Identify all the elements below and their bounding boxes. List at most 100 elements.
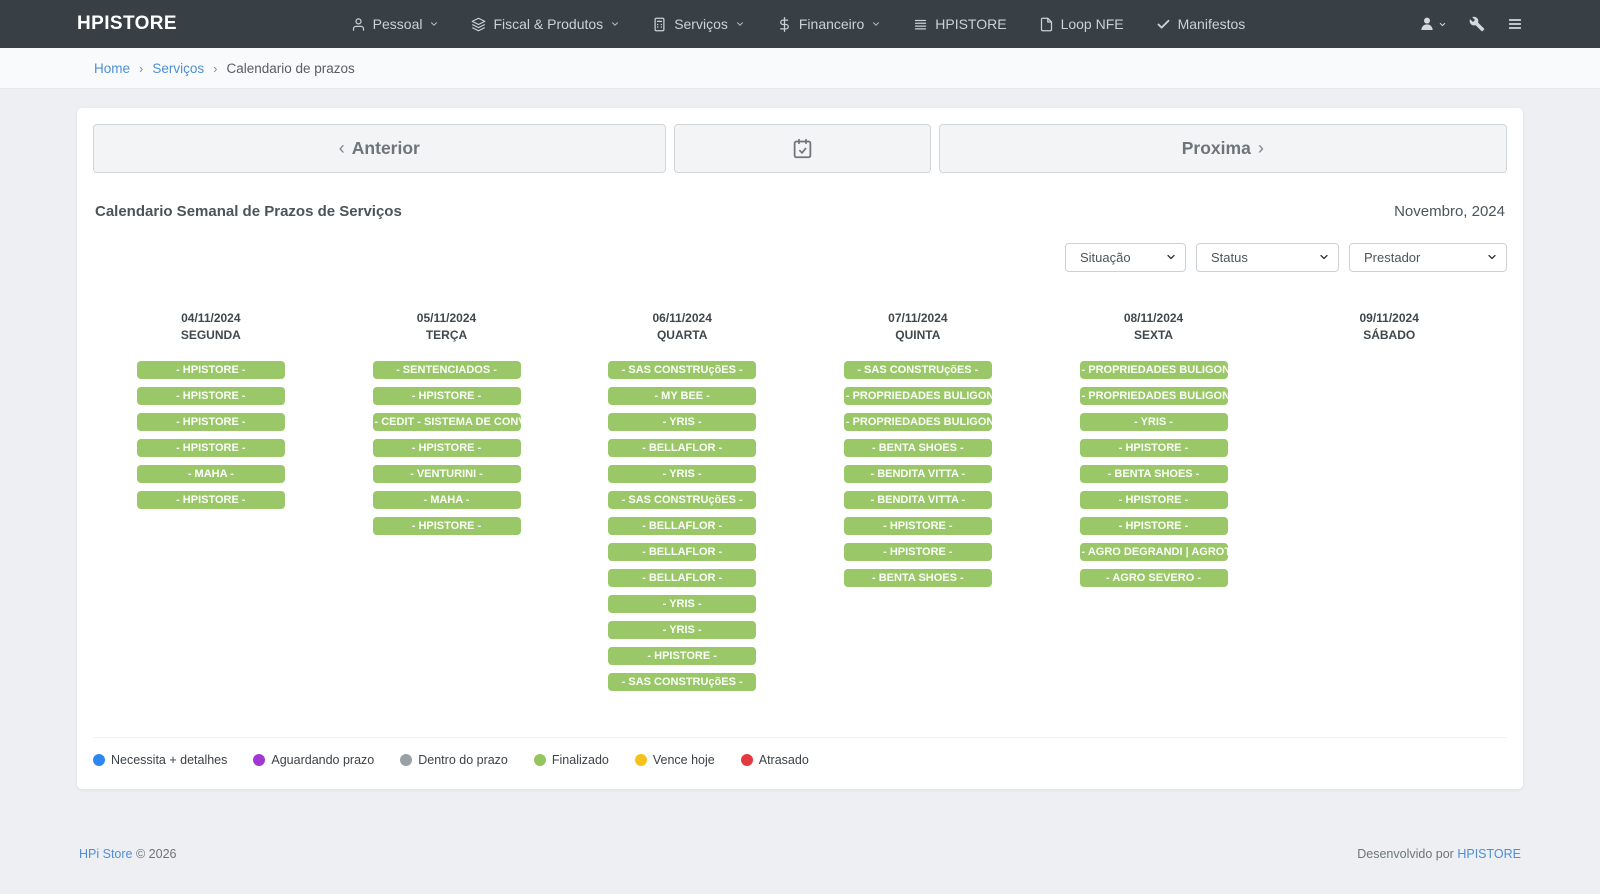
event-badge[interactable]: - BENDITA VITTA -: [844, 465, 992, 483]
top-navbar: HPISTORE Pessoal Fiscal & Produtos Serviço…: [0, 0, 1600, 48]
wrench-icon: [1469, 16, 1485, 32]
brand-logo[interactable]: HPISTORE: [77, 13, 177, 35]
event-badge[interactable]: - YRIS -: [608, 465, 756, 483]
day-weekday: SEGUNDA: [93, 327, 329, 344]
day-header: 09/11/2024SÁBADO: [1271, 310, 1507, 344]
event-badge[interactable]: - MY BEE -: [608, 387, 756, 405]
day-date: 06/11/2024: [564, 310, 800, 327]
event-badge[interactable]: - SAS CONSTRUçõES -: [608, 361, 756, 379]
today-calendar-button[interactable]: [674, 124, 931, 173]
nav-item-servicos[interactable]: Serviços: [652, 16, 745, 32]
legend-dot: [253, 754, 265, 766]
event-badge[interactable]: - HPISTORE -: [608, 647, 756, 665]
event-badge[interactable]: - SENTENCIADOS -: [373, 361, 521, 379]
filter-situacao-select[interactable]: Situação: [1065, 243, 1186, 272]
event-badge[interactable]: - HPISTORE -: [137, 387, 285, 405]
nav-item-label: Loop NFE: [1061, 16, 1124, 32]
event-badge[interactable]: - PROPRIEDADES BULIGON | AG: [1080, 361, 1228, 379]
event-badge[interactable]: - BENDITA VITTA -: [844, 491, 992, 509]
event-badge[interactable]: - HPISTORE -: [844, 543, 992, 561]
breadcrumb-separator: ›: [213, 61, 217, 76]
event-badge[interactable]: - BELLAFLOR -: [608, 543, 756, 561]
event-badge[interactable]: - YRIS -: [1080, 413, 1228, 431]
event-badge[interactable]: - SAS CONSTRUçõES -: [608, 491, 756, 509]
filter-prestador-select[interactable]: Prestador: [1349, 243, 1507, 272]
day-column-quarta: 06/11/2024QUARTA - SAS CONSTRUçõES - - MY …: [564, 310, 800, 691]
footer-brand-link[interactable]: HPi Store: [79, 847, 133, 861]
footer-left: HPi Store © 2026: [79, 847, 176, 861]
day-column-sexta: 08/11/2024SEXTA - PROPRIEDADES BULIGON | …: [1036, 310, 1272, 691]
nav-item-label: Financeiro: [799, 16, 864, 32]
nav-item-fiscal-produtos[interactable]: Fiscal & Produtos: [471, 16, 620, 32]
day-column-sabado: 09/11/2024SÁBADO: [1271, 310, 1507, 691]
event-badge[interactable]: - SAS CONSTRUçõES -: [608, 673, 756, 691]
nav-item-pessoal[interactable]: Pessoal: [351, 16, 440, 32]
hamburger-menu-button[interactable]: [1507, 16, 1523, 32]
event-badge[interactable]: - HPISTORE -: [373, 517, 521, 535]
day-date: 05/11/2024: [329, 310, 565, 327]
footer-copyright: © 2026: [136, 847, 177, 861]
nav-item-label: Manifestos: [1178, 16, 1246, 32]
event-badge[interactable]: - SAS CONSTRUçõES -: [844, 361, 992, 379]
legend-dot: [93, 754, 105, 766]
event-badge[interactable]: - HPISTORE -: [137, 361, 285, 379]
nav-item-loop-nfe[interactable]: Loop NFE: [1039, 16, 1124, 32]
footer-right: Desenvolvido por HPISTORE: [1357, 847, 1521, 861]
user-icon: [351, 17, 366, 32]
event-badge[interactable]: - BELLAFLOR -: [608, 569, 756, 587]
event-badge[interactable]: - HPISTORE -: [1080, 491, 1228, 509]
breadcrumb-bar: Home›Serviços›Calendario de prazos: [0, 48, 1600, 89]
previous-week-button[interactable]: ‹ Anterior: [93, 124, 666, 173]
legend-label: Finalizado: [552, 753, 609, 767]
event-badge[interactable]: - BENTA SHOES -: [1080, 465, 1228, 483]
check-icon: [1156, 17, 1171, 32]
user-icon: [1419, 16, 1435, 32]
day-date: 08/11/2024: [1036, 310, 1272, 327]
page-title: Calendario Semanal de Prazos de Serviços: [95, 203, 402, 220]
event-badge[interactable]: - HPISTORE -: [373, 387, 521, 405]
event-badge[interactable]: - BENTA SHOES -: [844, 569, 992, 587]
breadcrumb-item-home[interactable]: Home: [94, 61, 130, 76]
event-badge[interactable]: - CEDIT - SISTEMA DE CONVÊNIO: [373, 413, 521, 431]
day-events: - SAS CONSTRUçõES - - MY BEE - - YRIS - - B…: [564, 361, 800, 691]
event-badge[interactable]: - AGRO DEGRANDI | AGROTIMIN: [1080, 543, 1228, 561]
event-badge[interactable]: - HPISTORE -: [1080, 517, 1228, 535]
nav-item-manifestos[interactable]: Manifestos: [1156, 16, 1246, 32]
event-badge[interactable]: - YRIS -: [608, 621, 756, 639]
user-account-button[interactable]: [1419, 16, 1447, 32]
calculator-icon: [652, 17, 667, 32]
footer-developer-link[interactable]: HPISTORE: [1457, 847, 1521, 861]
day-header: 06/11/2024QUARTA: [564, 310, 800, 344]
legend-item-finalizado: Finalizado: [534, 753, 609, 767]
event-badge[interactable]: - VENTURINI -: [373, 465, 521, 483]
event-badge[interactable]: - HPISTORE -: [137, 413, 285, 431]
event-badge[interactable]: - BELLAFLOR -: [608, 439, 756, 457]
event-badge[interactable]: - BENTA SHOES -: [844, 439, 992, 457]
filter-situacao: Situação: [1065, 243, 1186, 272]
tools-button[interactable]: [1469, 16, 1485, 32]
event-badge[interactable]: - PROPRIEDADES BULIGON | AG: [1080, 387, 1228, 405]
nav-item-financeiro[interactable]: Financeiro: [777, 16, 881, 32]
nav-item-hpistore[interactable]: HPISTORE: [913, 16, 1006, 32]
event-badge[interactable]: - YRIS -: [608, 413, 756, 431]
event-badge[interactable]: - PROPRIEDADES BULIGON | AG: [844, 387, 992, 405]
legend-label: Necessita + detalhes: [111, 753, 227, 767]
event-badge[interactable]: - HPISTORE -: [844, 517, 992, 535]
breadcrumb-separator: ›: [139, 61, 143, 76]
event-badge[interactable]: - HPISTORE -: [1080, 439, 1228, 457]
event-badge[interactable]: - AGRO SEVERO -: [1080, 569, 1228, 587]
day-events: - SAS CONSTRUçõES - - PROPRIEDADES BULIGO…: [800, 361, 1036, 587]
event-badge[interactable]: - HPISTORE -: [137, 439, 285, 457]
event-badge[interactable]: - MAHA -: [373, 491, 521, 509]
event-badge[interactable]: - YRIS -: [608, 595, 756, 613]
event-badge[interactable]: - MAHA -: [137, 465, 285, 483]
day-header: 07/11/2024QUINTA: [800, 310, 1036, 344]
next-week-button[interactable]: Proxima ›: [939, 124, 1507, 173]
event-badge[interactable]: - HPISTORE -: [137, 491, 285, 509]
event-badge[interactable]: - BELLAFLOR -: [608, 517, 756, 535]
event-badge[interactable]: - PROPRIEDADES BULIGON | AG: [844, 413, 992, 431]
breadcrumb-item-servicos[interactable]: Serviços: [152, 61, 204, 76]
event-badge[interactable]: - HPISTORE -: [373, 439, 521, 457]
filter-status-select[interactable]: Status: [1196, 243, 1339, 272]
day-header: 08/11/2024SEXTA: [1036, 310, 1272, 344]
